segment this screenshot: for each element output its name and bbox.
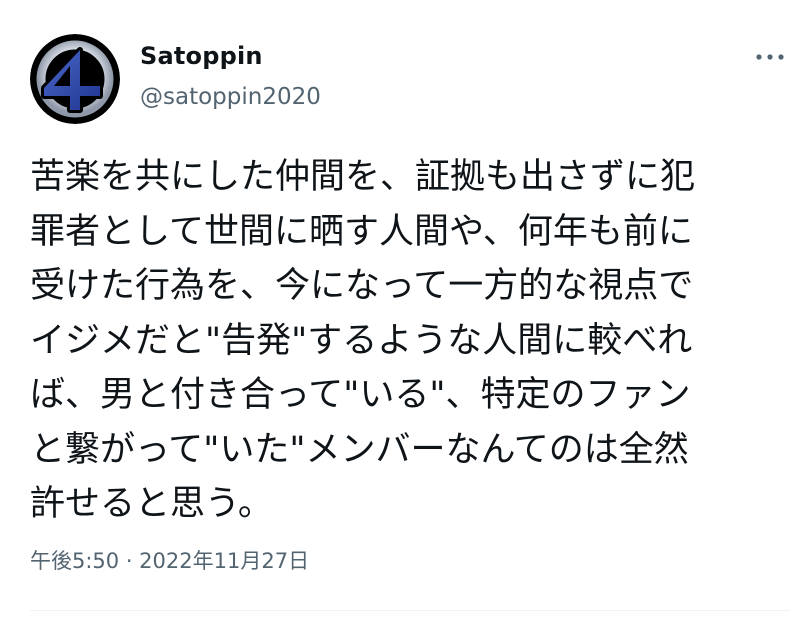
fantastic-four-logo-icon xyxy=(30,34,120,124)
tweet-card: Satoppin @satoppin2020 苦楽を共にした仲間を、証拠も出さず… xyxy=(0,0,805,620)
tweet-text-line: 受けた行為を、今になって一方的な視点で xyxy=(30,266,694,306)
tweet-text-line: 罪者として世間に晒す人間や、何年も前に xyxy=(30,211,693,252)
tweet-text: 苦楽を共にした仲間を、証拠も出さずに犯 罪者として世間に晒す人間や、何年も前に … xyxy=(30,150,790,532)
tweet-text-line: と繋がって"いた"メンバーなんてのは全然 xyxy=(30,429,689,470)
more-options-button[interactable] xyxy=(752,46,788,68)
author-handle[interactable]: @satoppin2020 xyxy=(140,84,321,110)
tweet-text-line: 苦楽を共にした仲間を、証拠も出さずに犯 xyxy=(30,157,696,197)
tweet-text-line: イジメだと"告発"するような人間に較べれ xyxy=(30,320,693,361)
tweet-text-line: ば、男と付き合って"いる"、特定のファン xyxy=(30,375,691,415)
divider xyxy=(30,610,790,611)
tweet-text-line: 許せると思う。 xyxy=(30,484,273,524)
tweet-timestamp[interactable]: 午後5:50 · 2022年11月27日 xyxy=(30,545,309,575)
avatar[interactable] xyxy=(30,34,120,124)
more-options-icon xyxy=(756,54,784,60)
author-display-name[interactable]: Satoppin xyxy=(140,42,263,70)
